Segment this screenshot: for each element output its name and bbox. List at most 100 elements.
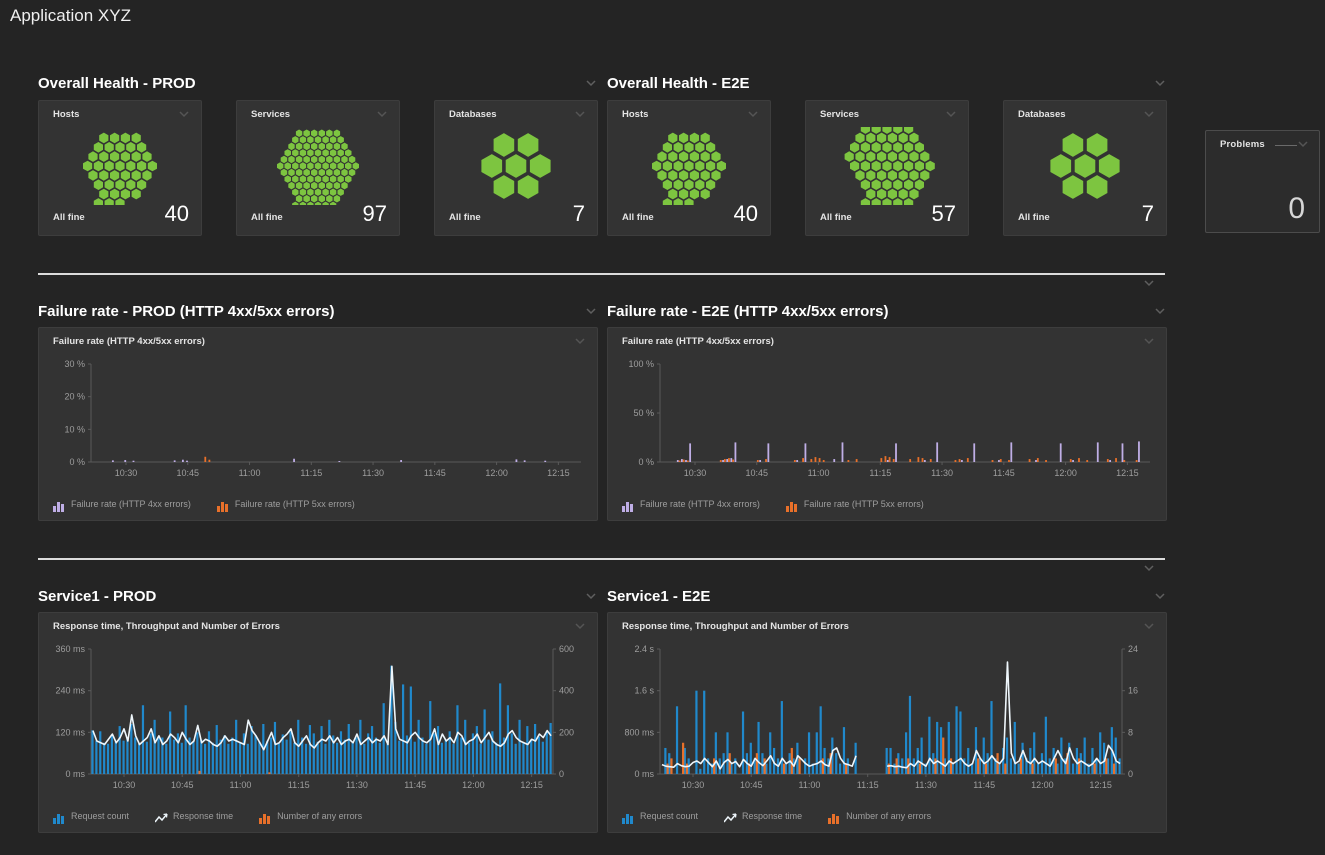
svg-text:12:15: 12:15 [1089,780,1112,790]
chart-tile-failure-e2e[interactable]: Failure rate (HTTP 4xx/5xx errors) 0 %50… [607,327,1167,521]
tile-title: Problems [1220,139,1265,150]
chart-tile-failure-prod[interactable]: Failure rate (HTTP 4xx/5xx errors) 0 %10… [38,327,598,521]
legend-label[interactable]: Failure rate (HTTP 5xx errors) [804,499,924,509]
tile-title: Databases [1018,109,1066,120]
bar-series-icon [53,499,66,510]
bar-series-icon [622,811,635,822]
service-metrics-chart-prod[interactable]: 0 ms120 ms240 ms360 ms020040060010:3010:… [39,639,597,800]
status-text: All fine [251,212,283,227]
chevron-down-icon[interactable] [1153,306,1167,316]
chevron-down-icon[interactable] [584,306,598,316]
status-text: All fine [1018,212,1050,227]
chevron-down-icon[interactable] [1142,621,1156,631]
svg-text:11:45: 11:45 [424,468,446,478]
legend-label[interactable]: Number of any errors [846,811,931,821]
section-title: Failure rate - PROD (HTTP 4xx/5xx errors… [38,303,335,320]
section-header-health-prod: Overall Health - PROD [38,72,598,94]
svg-text:12:00: 12:00 [1031,780,1054,790]
svg-text:11:00: 11:00 [808,468,830,478]
chevron-down-icon[interactable] [573,336,587,346]
section-title: Overall Health - PROD [38,75,196,92]
svg-text:12:15: 12:15 [1116,468,1139,478]
section-title: Service1 - PROD [38,588,156,605]
svg-text:12:15: 12:15 [547,468,570,478]
legend-label[interactable]: Failure rate (HTTP 5xx errors) [235,499,355,509]
health-tile-hosts-prod[interactable]: Hosts All fine40 [38,100,202,236]
chevron-down-icon[interactable] [944,109,958,119]
entity-count: 7 [1142,201,1154,227]
legend-label[interactable]: Request count [71,811,129,821]
line-series-icon [155,811,168,822]
svg-text:10:45: 10:45 [171,780,194,790]
service-metrics-chart-e2e[interactable]: 0 ms800 ms1.6 s2.4 s08162410:3010:4511:0… [608,639,1166,800]
bar-series-icon [622,499,635,510]
problems-trend-dash [1275,145,1297,146]
svg-text:0 ms: 0 ms [65,769,85,779]
chart-tile-service-e2e[interactable]: Response time, Throughput and Number of … [607,612,1167,833]
svg-text:10:30: 10:30 [682,780,705,790]
svg-text:11:15: 11:15 [300,468,322,478]
failure-rate-chart-e2e[interactable]: 0 %50 %100 %10:3010:4511:0011:1511:3011:… [608,354,1166,488]
svg-text:20 %: 20 % [64,392,85,402]
svg-text:11:00: 11:00 [799,780,821,790]
chevron-down-icon[interactable] [1142,563,1156,573]
chart-legend: Failure rate (HTTP 4xx errors) Failure r… [608,488,1166,520]
chevron-down-icon[interactable] [177,109,191,119]
problems-tile[interactable]: Problems 0 [1205,130,1320,233]
chart-title: Response time, Throughput and Number of … [53,621,280,632]
legend-label[interactable]: Response time [173,811,233,821]
health-tile-services-e2e[interactable]: Services All fine57 [805,100,969,236]
failure-rate-chart-prod[interactable]: 0 %10 %20 %30 %10:3010:4511:0011:1511:30… [39,354,597,488]
entity-count: 57 [932,201,956,227]
svg-text:400: 400 [559,686,574,696]
chevron-down-icon[interactable] [1153,78,1167,88]
svg-text:12:00: 12:00 [462,780,485,790]
health-tile-databases-prod[interactable]: Databases All fine7 [434,100,598,236]
health-tile-services-prod[interactable]: Services All fine97 [236,100,400,236]
svg-text:11:30: 11:30 [915,780,937,790]
chevron-down-icon[interactable] [746,109,760,119]
chevron-down-icon[interactable] [1142,336,1156,346]
svg-text:600: 600 [559,644,574,654]
svg-text:11:45: 11:45 [993,468,1015,478]
svg-text:1.6 s: 1.6 s [634,686,654,696]
svg-text:50 %: 50 % [633,408,654,418]
tile-title: Hosts [53,109,79,120]
chevron-down-icon[interactable] [1142,109,1156,119]
entity-count: 40 [734,201,758,227]
section-title: Overall Health - E2E [607,75,750,92]
bar-series-icon [259,811,272,822]
health-tile-hosts-e2e[interactable]: Hosts All fine40 [607,100,771,236]
legend-label[interactable]: Response time [742,811,802,821]
chart-title: Failure rate (HTTP 4xx/5xx errors) [622,336,774,347]
chevron-down-icon[interactable] [1297,139,1309,149]
legend-label[interactable]: Number of any errors [277,811,362,821]
chevron-down-icon[interactable] [573,109,587,119]
health-tile-databases-e2e[interactable]: Databases All fine 7 [1003,100,1167,236]
chevron-down-icon[interactable] [584,78,598,88]
svg-text:16: 16 [1128,686,1138,696]
svg-text:100 %: 100 % [628,359,654,369]
svg-text:11:15: 11:15 [288,780,310,790]
chevron-down-icon[interactable] [1153,591,1167,601]
honeycomb-hosts [608,127,770,205]
tile-title: Services [820,109,859,120]
section-divider [38,273,1165,275]
chevron-down-icon[interactable] [573,621,587,631]
chart-tile-service-prod[interactable]: Response time, Throughput and Number of … [38,612,598,833]
legend-label[interactable]: Failure rate (HTTP 4xx errors) [640,499,760,509]
section-title: Service1 - E2E [607,588,710,605]
section-divider [38,558,1165,560]
svg-text:0: 0 [1128,769,1133,779]
bar-series-icon [828,811,841,822]
legend-label[interactable]: Request count [640,811,698,821]
chevron-down-icon[interactable] [1142,278,1156,288]
honeycomb-databases [1004,127,1166,205]
chevron-down-icon[interactable] [584,591,598,601]
chart-title: Response time, Throughput and Number of … [622,621,849,632]
svg-text:10:30: 10:30 [684,468,707,478]
section-header-service-prod: Service1 - PROD [38,585,598,607]
chevron-down-icon[interactable] [375,109,389,119]
tile-title: Hosts [622,109,648,120]
legend-label[interactable]: Failure rate (HTTP 4xx errors) [71,499,191,509]
